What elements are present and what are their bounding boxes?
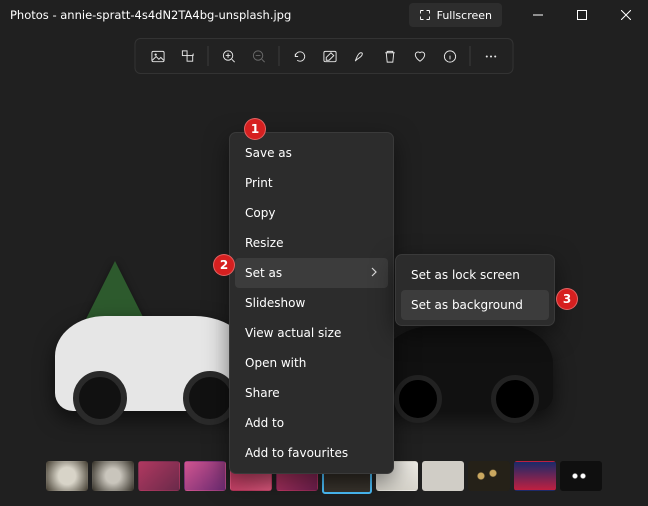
- crop-icon: [180, 49, 195, 64]
- menu-item-print[interactable]: Print: [235, 168, 388, 198]
- set-as-submenu: Set as lock screen Set as background: [395, 254, 555, 326]
- callout-1: 1: [244, 118, 266, 140]
- photos-app-window: Photos - annie-spratt-4s4dN2TA4bg-unspla…: [0, 0, 648, 506]
- edit-icon: [322, 49, 337, 64]
- edit-button[interactable]: [316, 42, 344, 70]
- menu-item-view-actual-size[interactable]: View actual size: [235, 318, 388, 348]
- title-bar: Photos - annie-spratt-4s4dN2TA4bg-unspla…: [0, 0, 648, 30]
- more-button[interactable]: [477, 42, 505, 70]
- menu-item-share[interactable]: Share: [235, 378, 388, 408]
- zoom-out-button[interactable]: [245, 42, 273, 70]
- maximize-icon: [577, 10, 587, 20]
- zoom-in-icon: [221, 49, 236, 64]
- menu-label: Add to favourites: [245, 446, 348, 460]
- zoom-in-button[interactable]: [215, 42, 243, 70]
- thumbnail[interactable]: [422, 461, 464, 491]
- photo-toolbar: [135, 38, 514, 74]
- markup-button[interactable]: [346, 42, 374, 70]
- menu-item-add-to[interactable]: Add to: [235, 408, 388, 438]
- menu-label: Open with: [245, 356, 306, 370]
- thumbnail[interactable]: [184, 461, 226, 491]
- window-title: Photos - annie-spratt-4s4dN2TA4bg-unspla…: [10, 8, 409, 22]
- menu-item-save-as[interactable]: Save as: [235, 138, 388, 168]
- menu-label: Print: [245, 176, 273, 190]
- photo-car-white: [55, 316, 255, 411]
- info-button[interactable]: [436, 42, 464, 70]
- minimize-button[interactable]: [516, 0, 560, 30]
- fullscreen-label: Fullscreen: [437, 9, 492, 22]
- menu-item-open-with[interactable]: Open with: [235, 348, 388, 378]
- thumbnail[interactable]: [560, 461, 602, 491]
- thumbnail[interactable]: [46, 461, 88, 491]
- thumbnail[interactable]: [514, 461, 556, 491]
- menu-item-add-to-favourites[interactable]: Add to favourites: [235, 438, 388, 468]
- context-menu: Save as Print Copy Resize Set as Slidesh…: [229, 132, 394, 474]
- chevron-right-icon: [370, 266, 378, 280]
- thumbnail[interactable]: [468, 461, 510, 491]
- submenu-item-lock-screen[interactable]: Set as lock screen: [401, 260, 549, 290]
- info-icon: [442, 49, 457, 64]
- menu-label: Copy: [245, 206, 275, 220]
- menu-item-resize[interactable]: Resize: [235, 228, 388, 258]
- rotate-icon: [292, 49, 307, 64]
- image-compare-icon: [150, 49, 165, 64]
- menu-label: Add to: [245, 416, 284, 430]
- menu-label: Set as background: [411, 298, 523, 312]
- toolbar-separator: [470, 46, 471, 66]
- delete-button[interactable]: [376, 42, 404, 70]
- crop-button[interactable]: [174, 42, 202, 70]
- callout-2: 2: [213, 254, 235, 276]
- title-buttons: Fullscreen: [409, 0, 648, 30]
- menu-item-slideshow[interactable]: Slideshow: [235, 288, 388, 318]
- menu-item-set-as[interactable]: Set as: [235, 258, 388, 288]
- maximize-button[interactable]: [560, 0, 604, 30]
- menu-label: Set as: [245, 266, 282, 280]
- menu-label: View actual size: [245, 326, 341, 340]
- toolbar-separator: [279, 46, 280, 66]
- fullscreen-button[interactable]: Fullscreen: [409, 3, 502, 27]
- photo-car-black: [378, 326, 553, 411]
- toolbar-separator: [208, 46, 209, 66]
- menu-label: Resize: [245, 236, 283, 250]
- callout-3: 3: [556, 288, 578, 310]
- menu-label: Share: [245, 386, 280, 400]
- minimize-icon: [533, 10, 543, 20]
- thumbnail[interactable]: [138, 461, 180, 491]
- close-button[interactable]: [604, 0, 648, 30]
- fullscreen-icon: [419, 9, 431, 21]
- more-icon: [483, 49, 498, 64]
- menu-item-copy[interactable]: Copy: [235, 198, 388, 228]
- zoom-out-icon: [251, 49, 266, 64]
- menu-label: Set as lock screen: [411, 268, 520, 282]
- favourite-icon: [412, 49, 427, 64]
- delete-icon: [382, 49, 397, 64]
- thumbnail[interactable]: [92, 461, 134, 491]
- menu-label: Save as: [245, 146, 292, 160]
- close-icon: [621, 10, 631, 20]
- menu-label: Slideshow: [245, 296, 305, 310]
- image-compare-button[interactable]: [144, 42, 172, 70]
- markup-icon: [352, 49, 367, 64]
- photo-tree: [85, 261, 145, 321]
- favourite-button[interactable]: [406, 42, 434, 70]
- rotate-button[interactable]: [286, 42, 314, 70]
- submenu-item-background[interactable]: Set as background: [401, 290, 549, 320]
